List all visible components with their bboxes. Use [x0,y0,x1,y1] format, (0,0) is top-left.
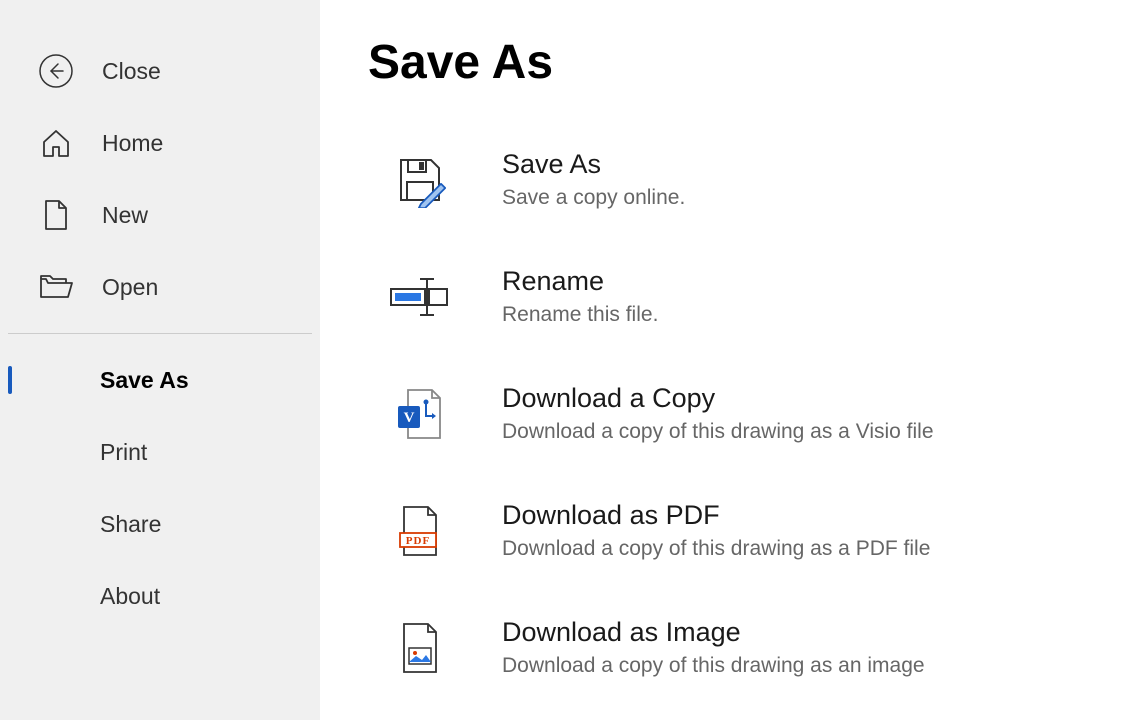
svg-text:PDF: PDF [406,535,430,547]
sidebar-label-share: Share [100,511,161,538]
save-as-icon [384,150,454,210]
option-download-pdf[interactable]: PDF Download as PDF Download a copy of t… [368,481,1084,580]
sidebar-label-new: New [102,202,148,229]
sidebar-item-share[interactable]: Share [0,488,320,560]
option-desc: Download a copy of this drawing as a PDF… [502,535,930,562]
option-text: Rename Rename this file. [502,265,658,328]
sidebar-item-save-as[interactable]: Save As [0,344,320,416]
sidebar-label-home: Home [102,130,163,157]
sidebar-item-close[interactable]: Close [0,35,320,107]
sidebar-item-print[interactable]: Print [0,416,320,488]
option-title: Download as Image [502,616,925,650]
sidebar-label-save-as: Save As [100,367,189,394]
option-download-copy[interactable]: V Download a Copy Download a copy of thi… [368,364,1084,463]
new-file-icon [38,197,74,233]
option-title: Download as PDF [502,499,930,533]
sidebar-item-open[interactable]: Open [0,251,320,323]
sidebar-item-new[interactable]: New [0,179,320,251]
sidebar-label-about: About [100,583,160,610]
page-title: Save As [368,35,1084,90]
rename-icon [384,267,454,327]
main-content: Save As Save As Save a copy online. [320,0,1132,720]
sidebar-label-print: Print [100,439,147,466]
home-icon [38,125,74,161]
visio-file-icon: V [384,384,454,444]
sidebar-item-about[interactable]: About [0,560,320,632]
image-file-icon [384,618,454,678]
option-title: Rename [502,265,658,299]
option-text: Save As Save a copy online. [502,148,685,211]
option-desc: Download a copy of this drawing as an im… [502,652,925,679]
sidebar-label-open: Open [102,274,158,301]
option-download-image[interactable]: Download as Image Download a copy of thi… [368,598,1084,697]
option-save-as[interactable]: Save As Save a copy online. [368,130,1084,229]
option-desc: Save a copy online. [502,184,685,211]
open-folder-icon [38,269,74,305]
option-text: Download a Copy Download a copy of this … [502,382,934,445]
sidebar-label-close: Close [102,58,161,85]
option-rename[interactable]: Rename Rename this file. [368,247,1084,346]
option-desc: Download a copy of this drawing as a Vis… [502,418,934,445]
option-title: Download a Copy [502,382,934,416]
option-title: Save As [502,148,685,182]
option-text: Download as Image Download a copy of thi… [502,616,925,679]
svg-text:V: V [404,410,415,426]
back-arrow-icon [38,53,74,89]
sidebar-item-home[interactable]: Home [0,107,320,179]
option-desc: Rename this file. [502,301,658,328]
option-text: Download as PDF Download a copy of this … [502,499,930,562]
sidebar: Close Home New Open Save As [0,0,320,720]
sidebar-divider [8,333,312,334]
pdf-file-icon: PDF [384,501,454,561]
